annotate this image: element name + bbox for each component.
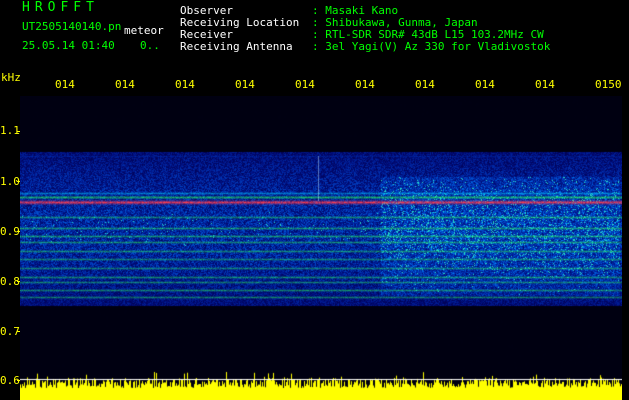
app-title: HROFFT xyxy=(22,0,99,15)
x-tick-label: 014 xyxy=(475,78,495,91)
x-tick-label: 014 xyxy=(535,78,555,91)
x-tick-label: 014 xyxy=(115,78,135,91)
filename-label: UT2505140140.pn xyxy=(22,20,122,33)
x-tick-label: 014 xyxy=(415,78,435,91)
info-value-antenna: : 3el Yagi(V) Az 330 for Vladivostok xyxy=(312,40,551,53)
amplitude-trace xyxy=(20,96,622,400)
y-tick-mark xyxy=(17,281,20,282)
mode-tag: meteor xyxy=(124,24,164,37)
x-tick-label: 014 xyxy=(355,78,375,91)
y-axis-unit: kHz xyxy=(1,71,21,84)
y-tick-mark xyxy=(17,380,20,381)
y-tick-mark xyxy=(17,131,20,132)
extra-label: 0.. xyxy=(140,39,160,52)
x-tick-label: 014 xyxy=(235,78,255,91)
x-tick-label: 0150 xyxy=(595,78,622,91)
info-label-antenna: Receiving Antenna xyxy=(180,40,293,53)
plot-area xyxy=(20,96,622,400)
y-tick-mark xyxy=(17,331,20,332)
x-tick-label: 014 xyxy=(55,78,75,91)
y-tick-mark xyxy=(17,231,20,232)
x-tick-label: 014 xyxy=(175,78,195,91)
x-tick-label: 014 xyxy=(295,78,315,91)
datetime-label: 25.05.14 01:40 xyxy=(22,39,115,52)
hrofft-window: HROFFT UT2505140140.pn meteor 25.05.14 0… xyxy=(0,0,629,400)
y-tick-mark xyxy=(17,181,20,182)
